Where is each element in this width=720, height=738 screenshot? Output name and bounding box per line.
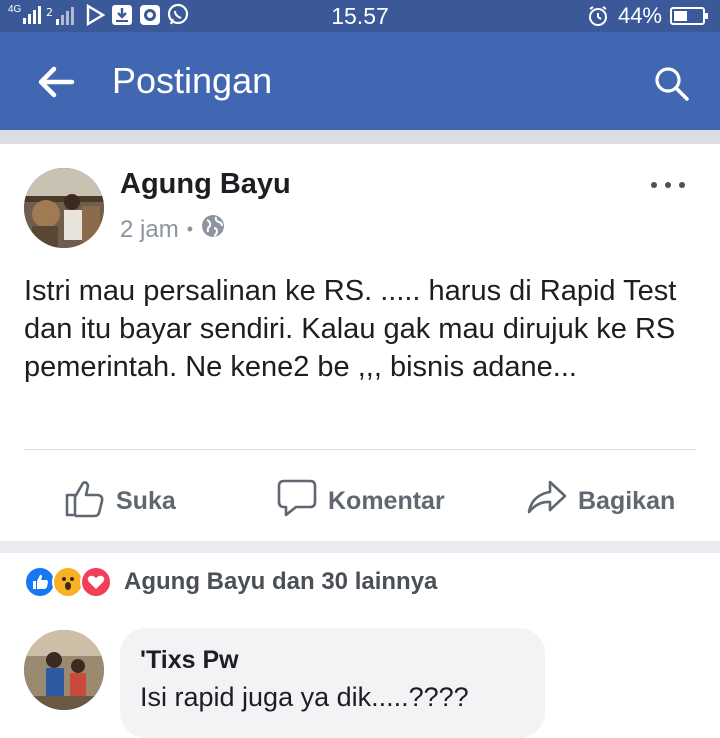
- battery-percent: 44%: [617, 3, 662, 28]
- app-bar: Postingan: [0, 32, 720, 130]
- alarm-icon: [586, 4, 610, 28]
- search-icon[interactable]: [652, 64, 692, 104]
- post-card: Agung Bayu 2 jam • Istri mau persalinan …: [0, 144, 720, 541]
- comment-avatar[interactable]: [24, 630, 104, 710]
- status-bar: 4G 2 15.57 44%: [0, 0, 720, 32]
- post-meta: 2 jam •: [120, 214, 225, 245]
- post-text: Istri mau persalinan ke RS. ..... harus …: [24, 275, 677, 383]
- share-arrow-icon: [526, 478, 568, 525]
- meta-separator: •: [186, 219, 193, 239]
- globe-icon: [201, 214, 225, 245]
- avatar[interactable]: [24, 168, 104, 248]
- comment-bubble[interactable]: 'Tixs Pw Isi rapid juga ya dik.....????: [120, 628, 545, 738]
- back-arrow-icon[interactable]: [36, 64, 76, 100]
- comment-label: Komentar: [328, 487, 445, 515]
- post-author[interactable]: Agung Bayu: [120, 168, 291, 201]
- comment-author[interactable]: 'Tixs Pw: [140, 646, 239, 675]
- more-options-icon[interactable]: [648, 178, 688, 190]
- section-divider: [0, 541, 720, 553]
- page-title: Postingan: [112, 60, 273, 101]
- comment-text: Isi rapid juga ya dik.....????: [140, 682, 469, 712]
- reactions-summary[interactable]: Agung Bayu dan 30 lainnya: [24, 565, 437, 599]
- love-icon: [80, 566, 112, 598]
- post-actions: Suka Komentar Bagikan: [0, 450, 720, 540]
- reactions-text: Agung Bayu dan 30 lainnya: [124, 568, 438, 595]
- battery-icon: [670, 5, 710, 27]
- like-label: Suka: [116, 487, 176, 515]
- post-time[interactable]: 2 jam: [120, 216, 179, 244]
- like-button[interactable]: Suka: [64, 478, 176, 525]
- share-label: Bagikan: [578, 487, 676, 515]
- divider-band: [0, 130, 720, 144]
- comment-button[interactable]: Komentar: [276, 478, 445, 525]
- thumbs-up-icon: [64, 478, 106, 525]
- share-button[interactable]: Bagikan: [526, 478, 675, 525]
- comment-bubble-icon: [276, 478, 318, 525]
- status-icons-right: 44%: [586, 3, 710, 29]
